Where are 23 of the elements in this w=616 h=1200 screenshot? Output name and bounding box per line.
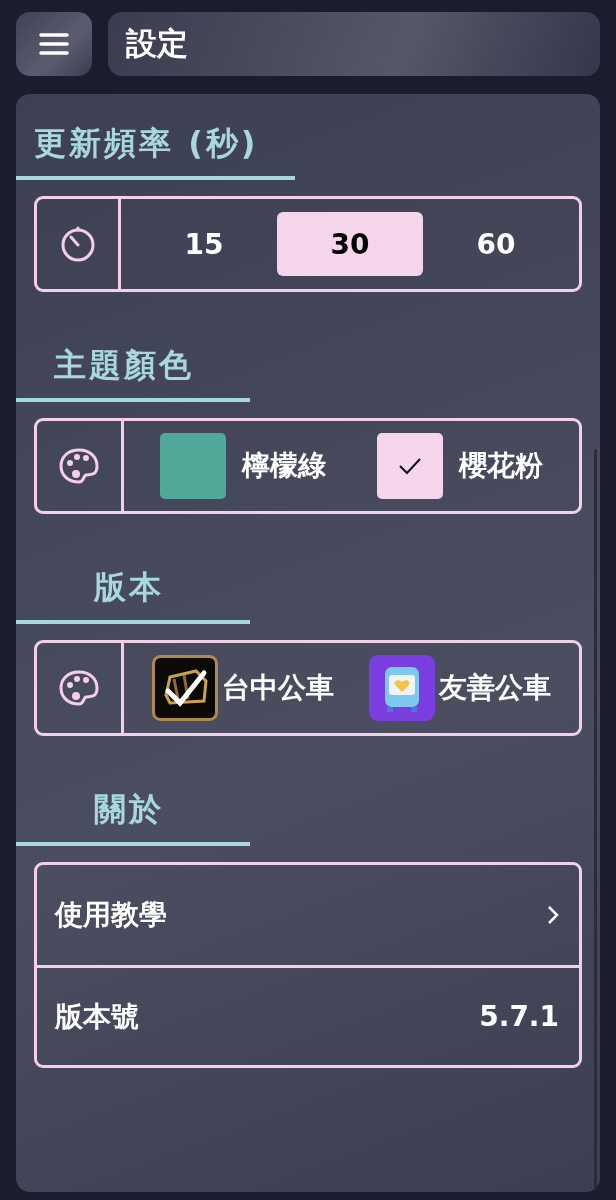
version-label: 版本號 <box>55 998 139 1035</box>
section-heading: 更新頻率 (秒) <box>34 123 259 164</box>
interval-option[interactable]: 15 <box>131 212 277 276</box>
chevron-icon <box>547 905 559 925</box>
menu-icon <box>39 32 69 56</box>
menu-button[interactable] <box>16 12 92 76</box>
tutorial-link[interactable]: 使用教學 <box>55 896 167 934</box>
section-heading: 主題顏色 <box>54 345 194 386</box>
interval-option[interactable]: 30 <box>277 212 423 276</box>
version-label[interactable]: 台中公車 <box>221 669 334 707</box>
theme-label: 檸檬綠 <box>241 448 326 484</box>
section-heading: 版本 <box>94 567 164 608</box>
palette-icon <box>59 448 99 484</box>
theme-label: 櫻花粉 <box>459 448 544 484</box>
interval-option[interactable]: 60 <box>423 212 569 276</box>
check-icon <box>398 456 423 476</box>
page-title: 設定 <box>126 24 188 63</box>
version-label[interactable]: 友善公車 <box>439 669 552 707</box>
section-heading: 關於 <box>94 789 164 830</box>
color-swatch[interactable] <box>377 433 444 499</box>
version-number: 5.7.1 <box>479 1000 559 1033</box>
color-swatch[interactable] <box>159 433 226 499</box>
palette-icon <box>59 670 99 706</box>
